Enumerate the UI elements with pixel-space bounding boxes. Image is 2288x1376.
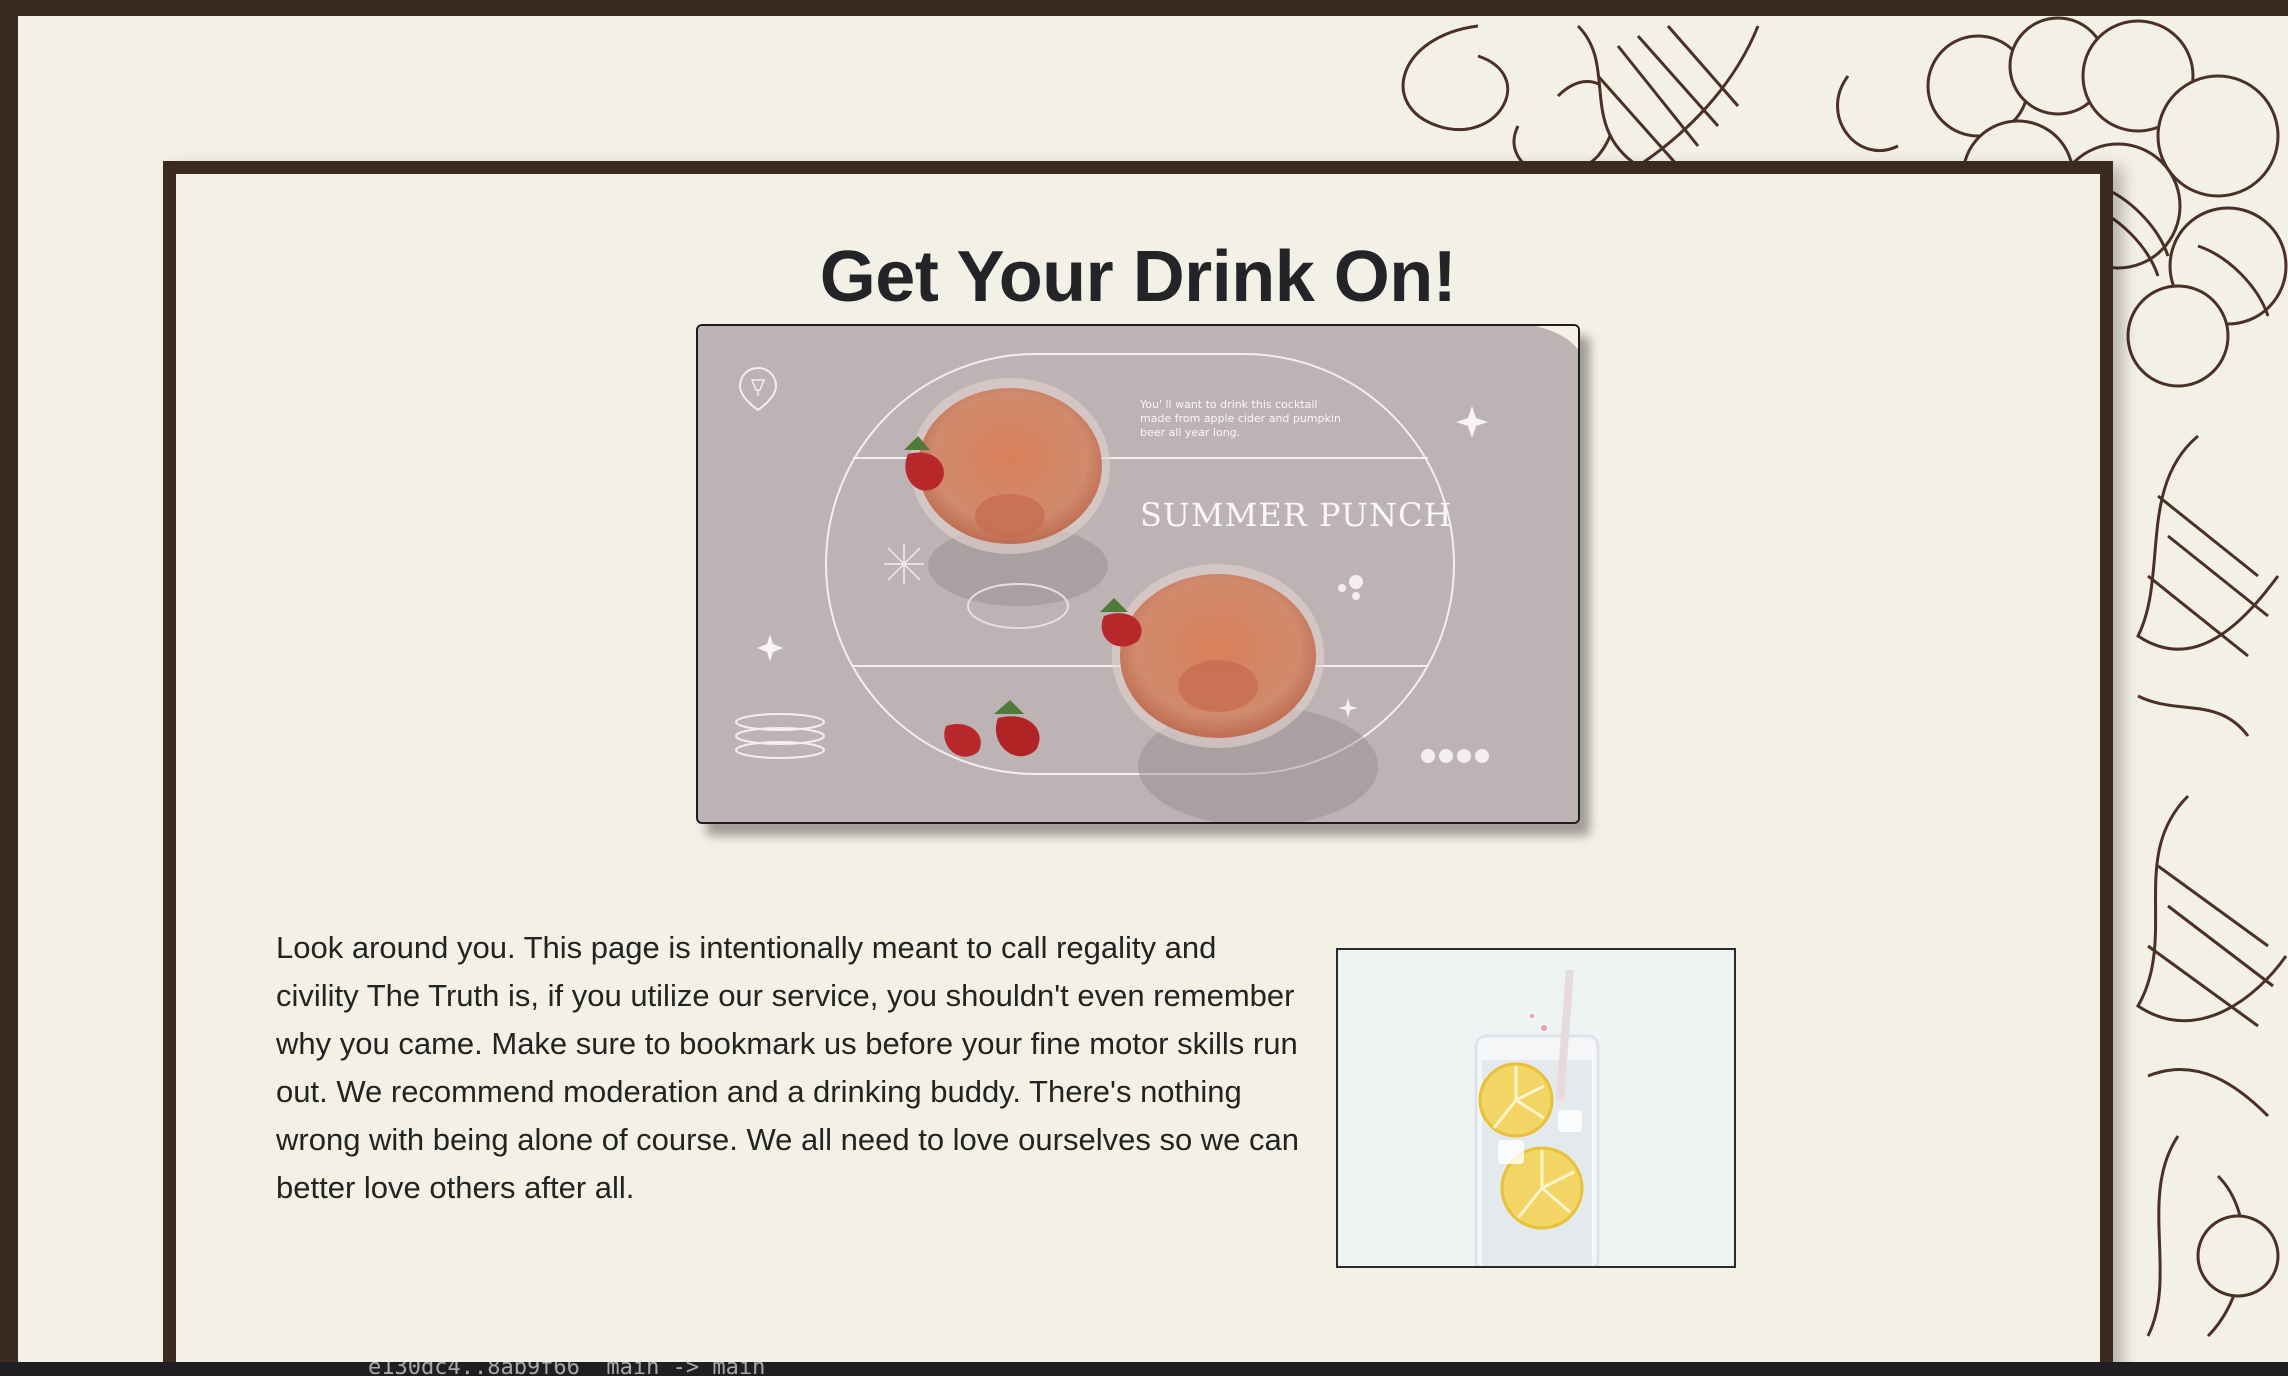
instagram-icon xyxy=(1421,749,1435,763)
hero-blurb-line-2: made from apple cider and pumpkin xyxy=(1140,412,1341,425)
hero-image-summer-punch: You' ll want to drink this cocktail made… xyxy=(696,324,1580,824)
terminal-strip: e130dc4..8ab9f66 main -> main xyxy=(0,1362,2288,1376)
terminal-output: e130dc4..8ab9f66 main -> main xyxy=(368,1362,766,1376)
hero-illustration: You' ll want to drink this cocktail made… xyxy=(698,326,1578,822)
intro-paragraph: Look around you. This page is intentiona… xyxy=(276,930,1300,1205)
twitter-icon xyxy=(1457,749,1471,763)
lemonade-glass-image xyxy=(1336,948,1736,1268)
pinterest-icon xyxy=(1475,749,1489,763)
content-card: Get Your Drink On! You' ll want to drink… xyxy=(163,161,2113,1371)
page-title: Get Your Drink On! xyxy=(819,237,1457,317)
hero-heading: SUMMER PUNCH xyxy=(1140,496,1452,534)
intro-paragraph-block: Look around you. This page is intentiona… xyxy=(276,924,1996,1268)
facebook-icon xyxy=(1439,749,1453,763)
hero-blurb-line-3: beer all year long. xyxy=(1140,426,1240,439)
hero-blurb-line-1: You' ll want to drink this cocktail xyxy=(1139,398,1317,411)
